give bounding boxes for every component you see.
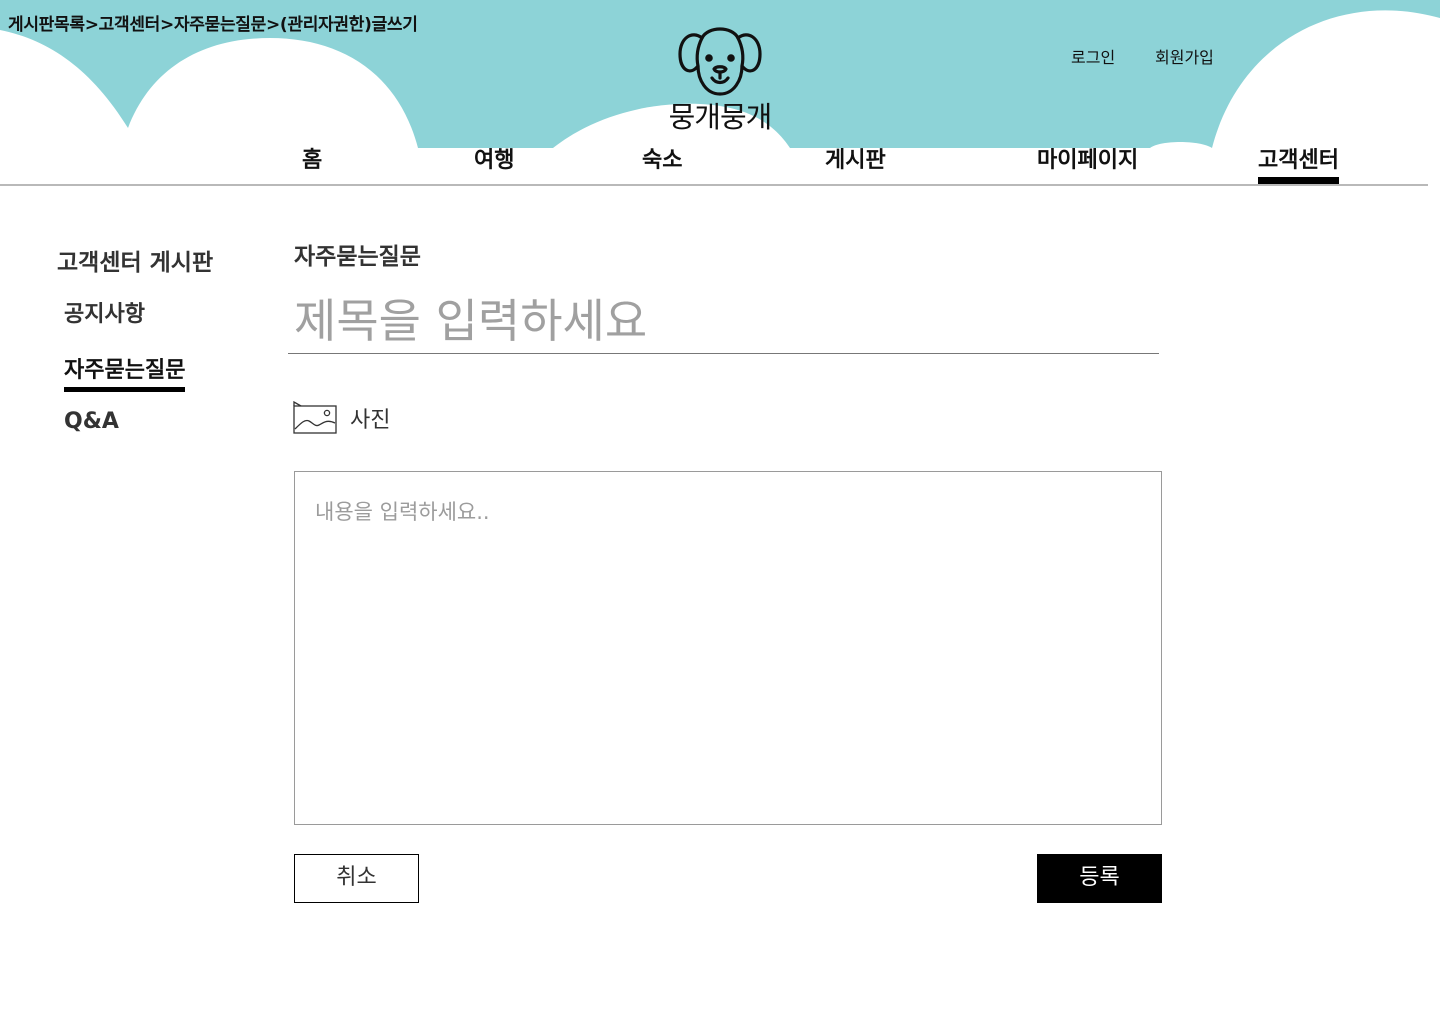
main-nav: 홈 여행 숙소 게시판 마이페이지 고객센터 bbox=[0, 146, 1440, 186]
photo-label: 사진 bbox=[350, 408, 391, 433]
nav-item-home[interactable]: 홈 bbox=[302, 146, 322, 184]
page: 게시판목록>고객센터>자주묻는질문>(관리자권한)글쓰기 뭉개뭉개 로그인 회원… bbox=[0, 0, 1440, 1024]
brand-logo[interactable]: 뭉개뭉개 bbox=[660, 16, 780, 141]
login-link[interactable]: 로그인 bbox=[1071, 44, 1115, 68]
nav-item-lodging[interactable]: 숙소 bbox=[642, 146, 682, 184]
image-icon bbox=[293, 401, 337, 434]
photo-attach-button[interactable]: 사진 bbox=[293, 400, 390, 436]
nav-item-mypage[interactable]: 마이페이지 bbox=[1037, 146, 1138, 184]
dog-face-icon bbox=[678, 27, 762, 96]
sidebar-item-notice[interactable]: 공지사항 bbox=[64, 296, 145, 328]
sidebar-title: 고객센터 게시판 bbox=[57, 250, 214, 276]
sidebar-item-faq[interactable]: 자주묻는질문 bbox=[64, 352, 186, 392]
title-input[interactable] bbox=[288, 288, 1159, 354]
cancel-button[interactable]: 취소 bbox=[294, 854, 419, 903]
breadcrumb: 게시판목록>고객센터>자주묻는질문>(관리자권한)글쓰기 bbox=[8, 15, 418, 35]
section-title: 자주묻는질문 bbox=[294, 244, 421, 270]
nav-divider bbox=[0, 184, 1428, 186]
signup-link[interactable]: 회원가입 bbox=[1155, 44, 1214, 68]
nav-item-travel[interactable]: 여행 bbox=[474, 146, 514, 184]
brand-name: 뭉개뭉개 bbox=[668, 100, 773, 134]
nav-item-board[interactable]: 게시판 bbox=[825, 146, 886, 184]
content-textarea[interactable] bbox=[294, 471, 1162, 825]
submit-button[interactable]: 등록 bbox=[1037, 854, 1162, 903]
nav-item-customer-center[interactable]: 고객센터 bbox=[1258, 146, 1339, 184]
sidebar-item-qna[interactable]: Q&A bbox=[64, 409, 119, 434]
